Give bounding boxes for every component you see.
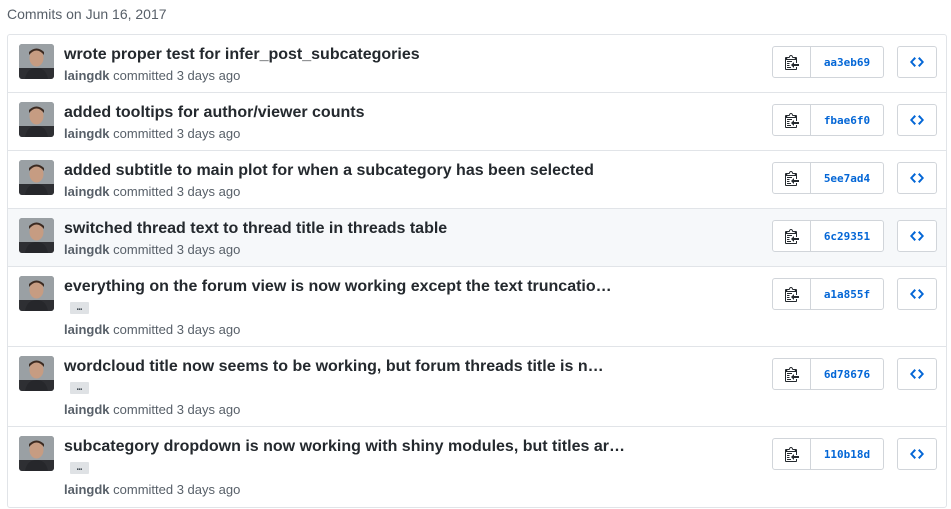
sha-button-group: 6c29351 xyxy=(772,220,884,252)
sha-button-group: 110b18d xyxy=(772,438,884,470)
commit-row: switched thread text to thread title in … xyxy=(8,209,946,267)
commit-time: committed 3 days ago xyxy=(113,126,241,141)
commit-title[interactable]: subcategory dropdown is now working with… xyxy=(64,438,625,456)
commit-author[interactable]: laingdk xyxy=(64,322,110,337)
commit-row: added tooltips for author/viewer counts … xyxy=(8,93,946,151)
copy-sha-button[interactable] xyxy=(773,221,811,251)
commit-row: everything on the forum view is now work… xyxy=(8,267,946,347)
commit-author[interactable]: laingdk xyxy=(64,184,110,199)
commit-time: committed 3 days ago xyxy=(113,68,241,83)
commit-time: committed 3 days ago xyxy=(113,402,241,417)
clippy-icon xyxy=(784,55,799,70)
commit-title[interactable]: wrote proper test for infer_post_subcate… xyxy=(64,46,420,64)
commit-title[interactable]: switched thread text to thread title in … xyxy=(64,220,447,238)
code-icon xyxy=(910,115,924,125)
commit-meta: laingdk committed 3 days ago xyxy=(64,126,240,141)
avatar[interactable] xyxy=(19,218,54,253)
commit-row: added subtitle to main plot for when a s… xyxy=(8,151,946,209)
clippy-icon xyxy=(784,171,799,186)
commit-meta: laingdk committed 3 days ago xyxy=(64,68,240,83)
avatar[interactable] xyxy=(19,356,54,391)
avatar[interactable] xyxy=(19,276,54,311)
avatar[interactable] xyxy=(19,160,54,195)
commit-meta: laingdk committed 3 days ago xyxy=(64,482,240,497)
commit-list: wrote proper test for infer_post_subcate… xyxy=(7,34,947,508)
code-icon xyxy=(910,369,924,379)
copy-sha-button[interactable] xyxy=(773,105,811,135)
commit-meta: laingdk committed 3 days ago xyxy=(64,402,240,417)
commit-title[interactable]: wordcloud title now seems to be working,… xyxy=(64,358,604,376)
commit-time: committed 3 days ago xyxy=(113,184,241,199)
sha-button-group: fbae6f0 xyxy=(772,104,884,136)
sha-button-group: 6d78676 xyxy=(772,358,884,390)
avatar[interactable] xyxy=(19,102,54,137)
browse-repo-button[interactable] xyxy=(897,220,937,252)
expand-message-button[interactable]: … xyxy=(70,382,89,394)
expand-message-button[interactable]: … xyxy=(70,462,89,474)
commit-row: subcategory dropdown is now working with… xyxy=(8,427,946,507)
commit-meta: laingdk committed 3 days ago xyxy=(64,242,240,257)
copy-sha-button[interactable] xyxy=(773,47,811,77)
commit-time: committed 3 days ago xyxy=(113,242,241,257)
code-icon xyxy=(910,231,924,241)
commit-title[interactable]: added tooltips for author/viewer counts xyxy=(64,104,364,122)
code-icon xyxy=(910,173,924,183)
commit-author[interactable]: laingdk xyxy=(64,402,110,417)
commit-time: committed 3 days ago xyxy=(113,482,241,497)
sha-button-group: aa3eb69 xyxy=(772,46,884,78)
clippy-icon xyxy=(784,229,799,244)
expand-message-button[interactable]: … xyxy=(70,302,89,314)
copy-sha-button[interactable] xyxy=(773,279,811,309)
browse-repo-button[interactable] xyxy=(897,162,937,194)
browse-repo-button[interactable] xyxy=(897,104,937,136)
browse-repo-button[interactable] xyxy=(897,278,937,310)
code-icon xyxy=(910,57,924,67)
commit-sha-link[interactable]: fbae6f0 xyxy=(811,105,883,135)
commit-sha-link[interactable]: 6c29351 xyxy=(811,221,883,251)
commit-author[interactable]: laingdk xyxy=(64,68,110,83)
code-icon xyxy=(910,449,924,459)
copy-sha-button[interactable] xyxy=(773,439,811,469)
commit-sha-link[interactable]: 6d78676 xyxy=(811,359,883,389)
commit-author[interactable]: laingdk xyxy=(64,482,110,497)
commit-author[interactable]: laingdk xyxy=(64,242,110,257)
sha-button-group: a1a855f xyxy=(772,278,884,310)
clippy-icon xyxy=(784,287,799,302)
commit-group-title: Commits on Jun 16, 2017 xyxy=(7,6,167,22)
commit-sha-link[interactable]: 110b18d xyxy=(811,439,883,469)
commit-author[interactable]: laingdk xyxy=(64,126,110,141)
commit-sha-link[interactable]: 5ee7ad4 xyxy=(811,163,883,193)
sha-button-group: 5ee7ad4 xyxy=(772,162,884,194)
browse-repo-button[interactable] xyxy=(897,438,937,470)
code-icon xyxy=(910,289,924,299)
clippy-icon xyxy=(784,367,799,382)
commit-meta: laingdk committed 3 days ago xyxy=(64,184,240,199)
copy-sha-button[interactable] xyxy=(773,359,811,389)
commit-time: committed 3 days ago xyxy=(113,322,241,337)
commit-title[interactable]: everything on the forum view is now work… xyxy=(64,278,612,296)
commit-row: wordcloud title now seems to be working,… xyxy=(8,347,946,427)
commit-sha-link[interactable]: a1a855f xyxy=(811,279,883,309)
commit-sha-link[interactable]: aa3eb69 xyxy=(811,47,883,77)
copy-sha-button[interactable] xyxy=(773,163,811,193)
commit-title[interactable]: added subtitle to main plot for when a s… xyxy=(64,162,594,180)
avatar[interactable] xyxy=(19,436,54,471)
commit-row: wrote proper test for infer_post_subcate… xyxy=(8,35,946,93)
commit-meta: laingdk committed 3 days ago xyxy=(64,322,240,337)
avatar[interactable] xyxy=(19,44,54,79)
browse-repo-button[interactable] xyxy=(897,358,937,390)
clippy-icon xyxy=(784,113,799,128)
clippy-icon xyxy=(784,447,799,462)
browse-repo-button[interactable] xyxy=(897,46,937,78)
